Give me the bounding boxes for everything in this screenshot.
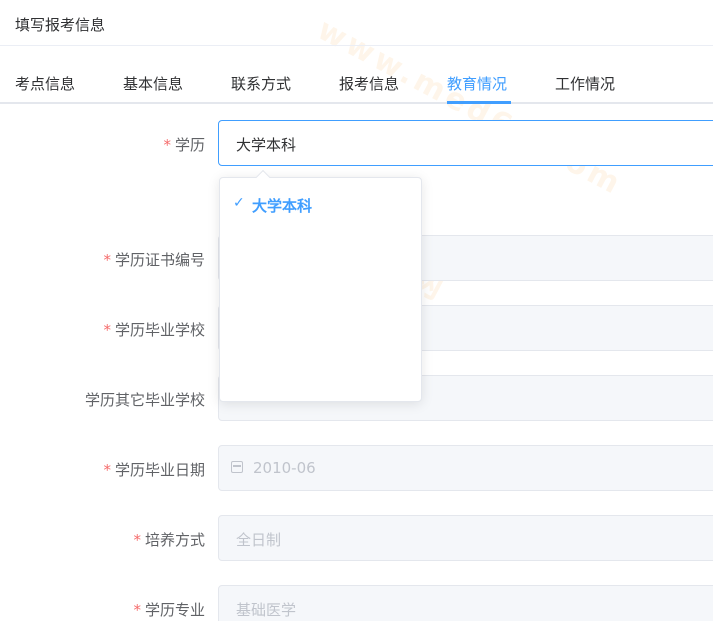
tab-work[interactable]: 工作情况 xyxy=(555,73,615,94)
education-value: 大学本科 xyxy=(236,136,297,154)
dropdown-option-label: 大学本科 xyxy=(252,197,313,215)
check-icon: ✓ xyxy=(233,195,245,211)
required-mark: * xyxy=(163,136,171,154)
grad-date-picker[interactable]: 2010-06 xyxy=(218,445,713,491)
dropdown-option[interactable]: ✓ 大学本科 xyxy=(220,193,421,219)
grad-date-value: 2010-06 xyxy=(253,459,316,477)
education-select[interactable]: 大学本科 xyxy=(218,120,713,166)
study-mode-label: * 培养方式 xyxy=(133,531,205,549)
dropdown-arrow xyxy=(255,169,271,185)
major-value: 基础医学 xyxy=(236,601,297,619)
major-input[interactable]: 基础医学 xyxy=(218,585,713,621)
form-row-grad-date: * 学历毕业日期 2010-06 xyxy=(0,445,713,491)
required-mark: * xyxy=(133,531,141,549)
tab-basic-info[interactable]: 基本信息 xyxy=(123,73,183,94)
grad-date-label: * 学历毕业日期 xyxy=(103,461,205,479)
calendar-icon xyxy=(231,461,243,473)
major-label: * 学历专业 xyxy=(133,601,205,619)
tab-education[interactable]: 教育情况 xyxy=(447,73,507,94)
page-title: 填写报考信息 xyxy=(15,16,106,34)
tab-bar: 考点信息 基本信息 联系方式 报考信息 教育情况 工作情况 xyxy=(0,66,713,104)
school-label: * 学历毕业学校 xyxy=(103,321,205,339)
tab-exam-site[interactable]: 考点信息 xyxy=(15,73,75,94)
required-mark: * xyxy=(103,321,111,339)
tab-bar-divider xyxy=(0,102,713,104)
tab-contact[interactable]: 联系方式 xyxy=(231,73,291,94)
form-row-study-mode: * 培养方式 全日制 xyxy=(0,515,713,561)
page-header: 填写报考信息 xyxy=(0,0,713,46)
study-mode-value: 全日制 xyxy=(236,531,282,549)
form-row-education: * 学历 大学本科 xyxy=(0,120,713,166)
study-mode-select[interactable]: 全日制 xyxy=(218,515,713,561)
form-row-major: * 学历专业 基础医学 xyxy=(0,585,713,621)
education-label: * 学历 xyxy=(163,136,205,154)
other-school-label: 学历其它毕业学校 xyxy=(84,391,205,409)
cert-no-label: * 学历证书编号 xyxy=(103,251,205,269)
education-dropdown: ✓ 大学本科 xyxy=(219,169,422,402)
required-mark: * xyxy=(103,461,111,479)
active-tab-indicator xyxy=(447,101,511,104)
required-mark: * xyxy=(133,601,141,619)
tab-registration[interactable]: 报考信息 xyxy=(339,73,399,94)
required-mark: * xyxy=(103,251,111,269)
